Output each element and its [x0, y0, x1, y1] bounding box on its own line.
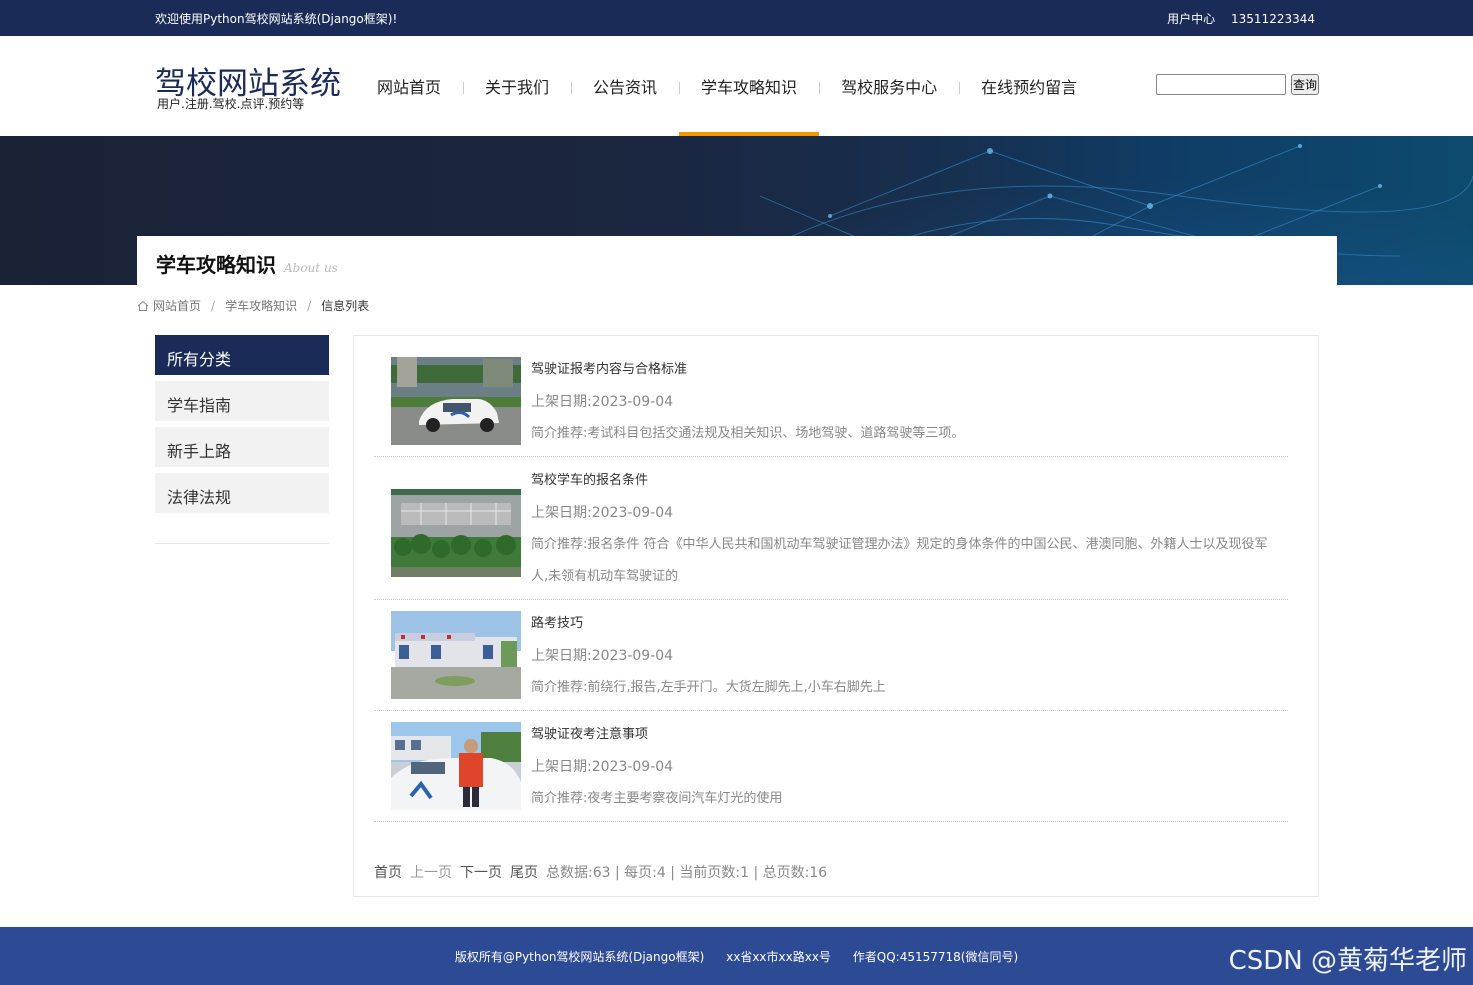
- search-button[interactable]: 查询: [1291, 74, 1319, 95]
- article-summary: 简介推荐:考试科目包括交通法规及相关知识、场地驾驶、道路驾驶等三项。: [531, 426, 965, 441]
- pager-stats: 总数据:63 | 每页:4 | 当前页数:1 | 总页数:16: [546, 865, 828, 881]
- search-box: 查询: [1156, 74, 1319, 95]
- article-date: 上架日期:2023-09-04: [531, 394, 674, 410]
- article-list-panel: 驾驶证报考内容与合格标准 上架日期:2023-09-04 简介推荐:考试科目包括…: [353, 335, 1319, 897]
- article-thumbnail[interactable]: [391, 489, 521, 577]
- breadcrumb-separator: /: [307, 298, 312, 313]
- breadcrumb-section[interactable]: 学车攻略知识: [225, 297, 297, 314]
- article-title[interactable]: 路考技巧: [531, 614, 1280, 634]
- pager-prev[interactable]: 上一页: [410, 862, 452, 882]
- list-item: 路考技巧 上架日期:2023-09-04 简介推荐:前绕行,报告,左手开门。大货…: [374, 600, 1288, 711]
- section-title-en: About us: [284, 261, 338, 275]
- sidebar-item-beginner[interactable]: 新手上路: [155, 427, 329, 467]
- article-title[interactable]: 驾驶证夜考注意事项: [531, 725, 1280, 745]
- top-bar: 欢迎使用Python驾校网站系统(Django框架)! 用户中心 1351122…: [0, 0, 1473, 36]
- pager-next[interactable]: 下一页: [460, 862, 502, 882]
- pager-first[interactable]: 首页: [374, 862, 402, 882]
- user-center-link[interactable]: 用户中心: [1167, 12, 1215, 26]
- article-date: 上架日期:2023-09-04: [531, 759, 674, 775]
- sidebar-divider: [155, 543, 329, 544]
- nav-item-driving-knowledge[interactable]: 学车攻略知识: [679, 36, 821, 136]
- main-nav: 网站首页 关于我们 公告资讯 学车攻略知识 驾校服务中心 在线预约留言: [355, 36, 1099, 136]
- sidebar-item-guide[interactable]: 学车指南: [155, 381, 329, 421]
- sidebar-heading[interactable]: 所有分类: [155, 335, 329, 375]
- article-list: 驾驶证报考内容与合格标准 上架日期:2023-09-04 简介推荐:考试科目包括…: [374, 336, 1288, 822]
- search-input[interactable]: [1156, 74, 1286, 95]
- home-icon: [137, 300, 149, 311]
- nav-item-booking[interactable]: 在线预约留言: [959, 36, 1099, 136]
- article-thumbnail[interactable]: [391, 357, 521, 445]
- list-item: 驾驶证报考内容与合格标准 上架日期:2023-09-04 简介推荐:考试科目包括…: [374, 336, 1288, 457]
- category-sidebar: 所有分类 学车指南 新手上路 法律法规: [155, 335, 329, 544]
- article-summary: 简介推荐:前绕行,报告,左手开门。大货左脚先上,小车右脚先上: [531, 680, 886, 695]
- nav-item-about[interactable]: 关于我们: [463, 36, 573, 136]
- footer-address: xx省xx市xx路xx号: [726, 950, 831, 964]
- nav-item-news[interactable]: 公告资讯: [571, 36, 681, 136]
- article-summary: 简介推荐:报名条件 符合《中华人民共和国机动车驾驶证管理办法》规定的身体条件的中…: [531, 537, 1268, 584]
- section-title: 学车攻略知识: [156, 253, 276, 277]
- article-thumbnail[interactable]: [391, 722, 521, 810]
- article-date: 上架日期:2023-09-04: [531, 505, 674, 521]
- pagination: 首页 上一页 下一页 尾页 总数据:63 | 每页:4 | 当前页数:1 | 总…: [374, 862, 827, 882]
- breadcrumb: 网站首页 / 学车攻略知识 / 信息列表: [137, 297, 369, 314]
- nav-item-service-center[interactable]: 驾校服务中心: [819, 36, 961, 136]
- nav-item-home[interactable]: 网站首页: [355, 36, 465, 136]
- site-header: 驾校网站系统 用户.注册.驾校.点评.预约等 网站首页 关于我们 公告资讯 学车…: [0, 36, 1473, 136]
- contact-phone: 13511223344: [1231, 12, 1315, 26]
- article-title[interactable]: 驾驶证报考内容与合格标准: [531, 360, 1280, 380]
- welcome-text: 欢迎使用Python驾校网站系统(Django框架)!: [155, 12, 398, 26]
- training-ground-aerial-photo: [391, 489, 521, 577]
- article-summary: 简介推荐:夜考主要考察夜间汽车灯光的使用: [531, 791, 783, 806]
- footer-qq: 作者QQ:45157718(微信同号): [852, 950, 1019, 964]
- breadcrumb-separator: /: [211, 298, 216, 313]
- breadcrumb-home[interactable]: 网站首页: [153, 297, 201, 314]
- breadcrumb-current: 信息列表: [321, 299, 370, 313]
- pager-last[interactable]: 尾页: [510, 862, 538, 882]
- driving-car-photo: [391, 357, 521, 445]
- csdn-watermark: CSDN @黄菊华老师: [1228, 946, 1467, 976]
- sidebar-item-laws[interactable]: 法律法规: [155, 473, 329, 513]
- article-thumbnail[interactable]: [391, 611, 521, 699]
- site-logo-subtitle: 用户.注册.驾校.点评.预约等: [157, 97, 305, 111]
- list-item: 驾校学车的报名条件 上架日期:2023-09-04 简介推荐:报名条件 符合《中…: [374, 457, 1288, 600]
- list-item: 驾驶证夜考注意事项 上架日期:2023-09-04 简介推荐:夜考主要考察夜间汽…: [374, 711, 1288, 822]
- footer-copyright: 版权所有@Python驾校网站系统(Django框架): [454, 950, 705, 964]
- instructor-with-car-photo: [391, 722, 521, 810]
- top-right: 用户中心 13511223344: [1155, 10, 1315, 27]
- article-title[interactable]: 驾校学车的报名条件: [531, 471, 1280, 491]
- section-title-box: 学车攻略知识 About us: [137, 236, 1337, 285]
- driving-school-building-photo: [391, 611, 521, 699]
- article-date: 上架日期:2023-09-04: [531, 648, 674, 664]
